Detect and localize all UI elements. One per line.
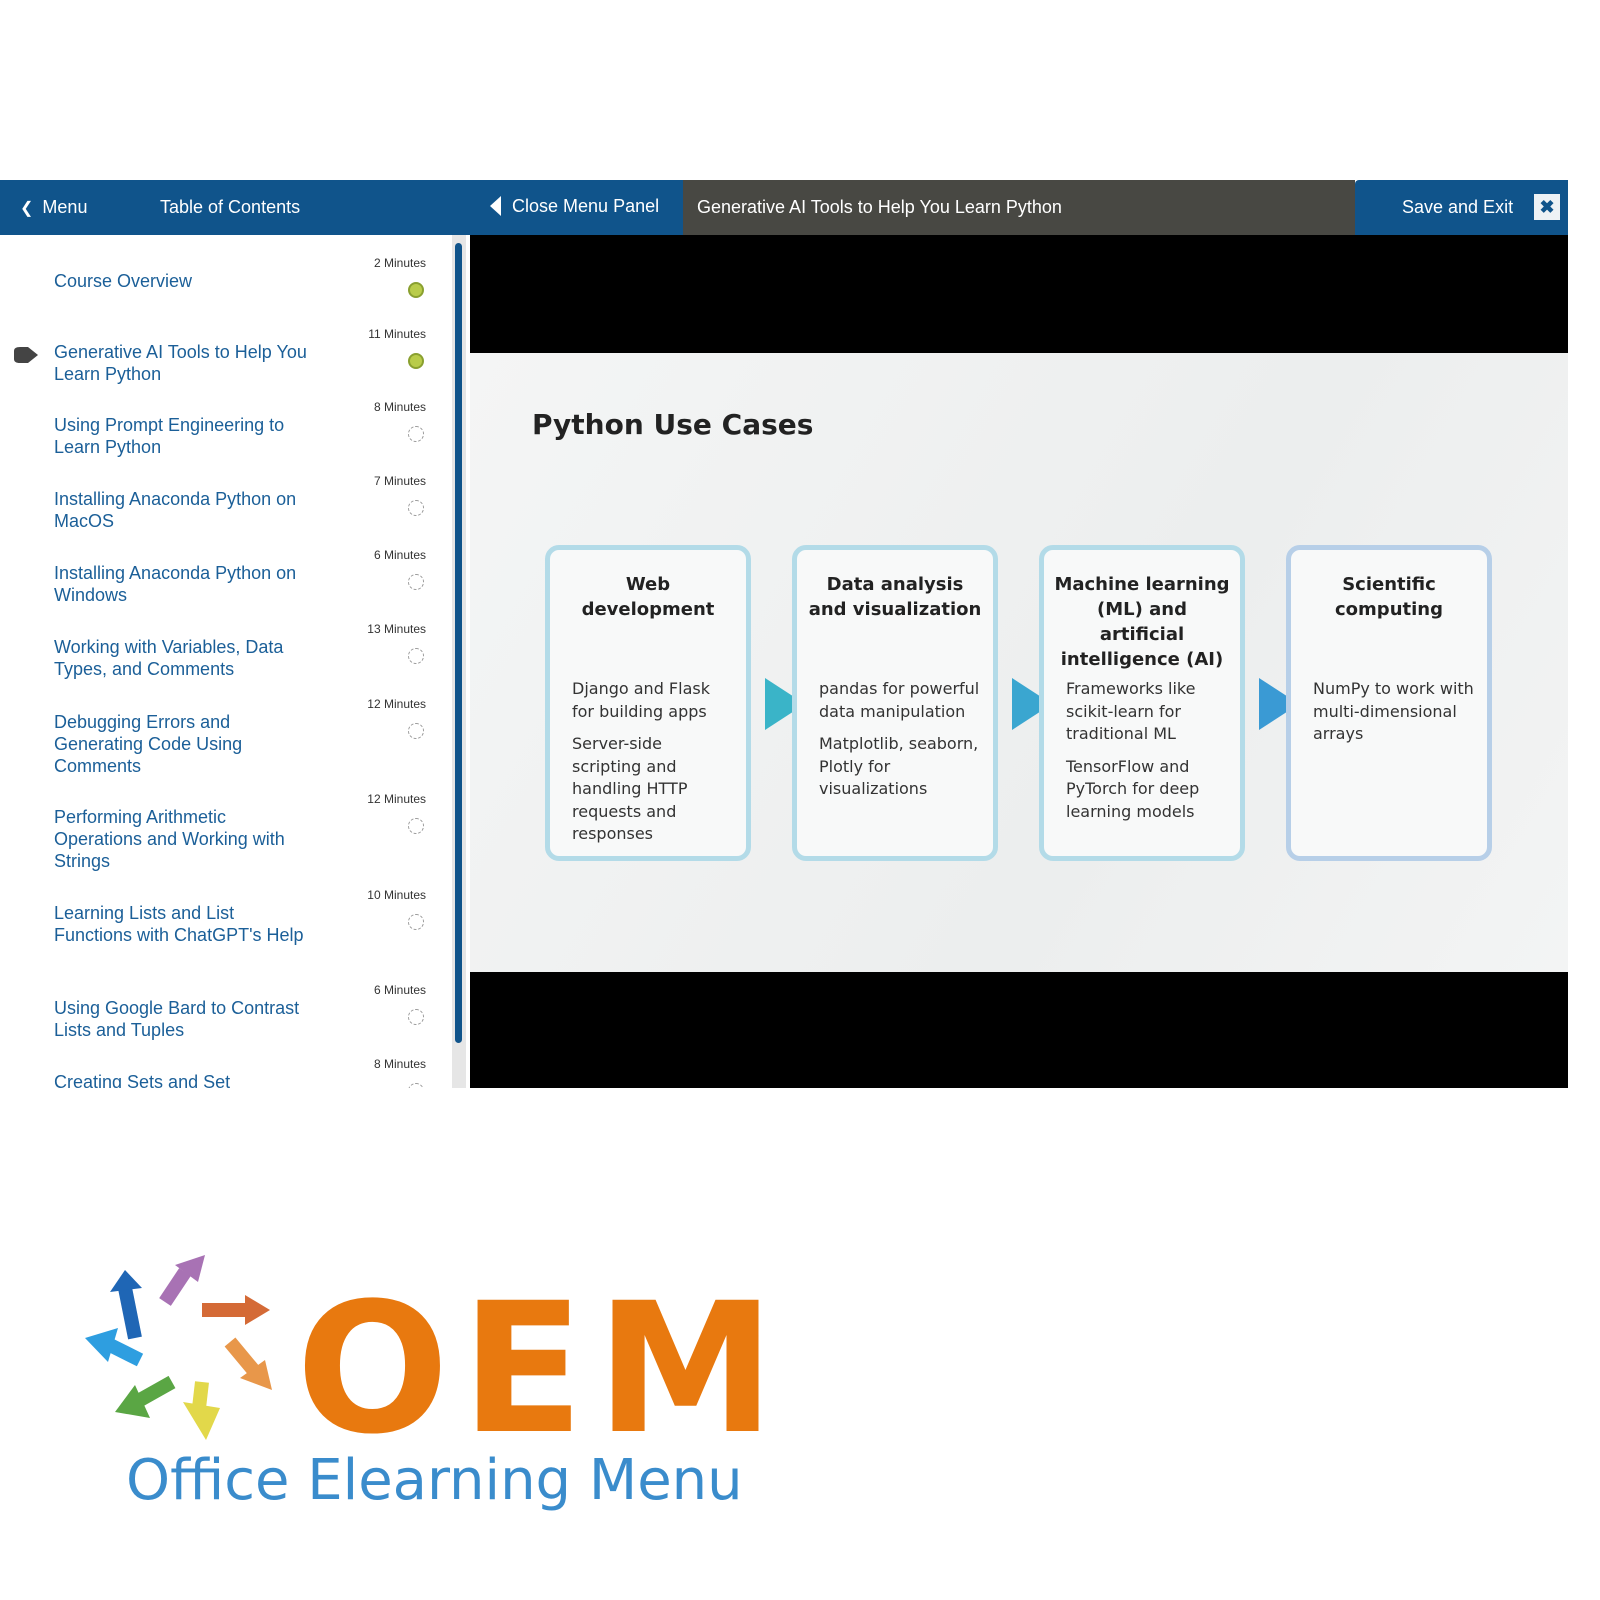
not-started-status-icon — [408, 500, 424, 516]
save-and-exit-label: Save and Exit — [1402, 197, 1514, 217]
lesson-title-bar: Generative AI Tools to Help You Learn Py… — [683, 180, 1355, 235]
toc-item-title: Performing Arithmetic Operations and Wor… — [54, 807, 285, 871]
card-bullet: TensorFlow and PyTorch for deep learning… — [1066, 756, 1200, 821]
toc-scrollbar-thumb[interactable] — [455, 243, 462, 1043]
not-started-status-icon — [408, 1083, 424, 1088]
not-started-status-icon — [408, 574, 424, 590]
lesson-title: Generative AI Tools to Help You Learn Py… — [697, 197, 1062, 217]
toc-item-title: Debugging Errors and Generating Code Usi… — [54, 712, 243, 776]
card-heading: Machine learning (ML) and artificial int… — [1054, 574, 1230, 670]
card-bullet: Django and Flask for building apps — [572, 679, 710, 721]
top-bar: ❮ Menu Table of Contents Close Menu Pane… — [0, 180, 1568, 235]
toc-item-title: Installing Anaconda Python on MacOS — [54, 489, 297, 531]
toc-item-duration: 12 Minutes — [367, 792, 426, 806]
use-case-card: Web development Django and Flask for buil… — [545, 545, 751, 861]
not-started-status-icon — [408, 818, 424, 834]
use-case-card: Machine learning (ML) and artificial int… — [1039, 545, 1245, 861]
complete-status-icon — [408, 353, 424, 369]
toc-item[interactable]: Debugging Errors and Generating Code Usi… — [0, 697, 440, 787]
toc-item-title: Course Overview — [54, 271, 193, 291]
close-menu-panel-button[interactable]: Close Menu Panel — [490, 196, 659, 217]
toc-item-title: Using Google Bard to Contrast Lists and … — [54, 998, 300, 1040]
slide-title: Python Use Cases — [532, 408, 814, 441]
card-bullet: Matplotlib, seaborn, Plotly for visualiz… — [819, 734, 979, 798]
toc-item-duration: 12 Minutes — [367, 697, 426, 711]
menu-panel-header: ❮ Menu Table of Contents Close Menu Pane… — [0, 180, 683, 235]
oem-logo-text: OEM — [296, 1265, 788, 1474]
toc-item-duration: 10 Minutes — [367, 888, 426, 902]
toc-item-duration: 8 Minutes — [373, 1057, 426, 1071]
toc-item[interactable]: Creating Sets and Set Operations with Ch… — [0, 1057, 440, 1088]
toc-item-duration: 11 Minutes — [368, 327, 426, 341]
card-heading: Data analysis and visualization — [808, 574, 982, 620]
chevron-left-icon: ❮ — [20, 200, 34, 217]
toc-item-title: Working with Variables, Data Types, and … — [54, 637, 284, 679]
toc-item-duration: 6 Minutes — [373, 983, 426, 997]
table-of-contents: Course Overview 2 Minutes Generative AI To… — [0, 235, 452, 1088]
not-started-status-icon — [408, 426, 424, 442]
not-started-status-icon — [408, 648, 424, 664]
not-started-status-icon — [408, 723, 424, 739]
card-heading: Web development — [581, 574, 715, 620]
close-icon[interactable]: ✖ — [1534, 194, 1560, 220]
toc-item-duration: 2 Minutes — [373, 256, 426, 270]
toc-item-duration: 13 Minutes — [367, 622, 426, 636]
card-bullet: Server-side scripting and handling HTTP … — [572, 734, 688, 843]
toc-item[interactable]: Learning Lists and List Functions with C… — [0, 888, 440, 978]
card-bullet: pandas for powerful data manipulation — [819, 679, 980, 721]
toc-item-title: Installing Anaconda Python on Windows — [54, 563, 297, 605]
complete-status-icon — [408, 282, 424, 298]
current-lesson-marker-icon — [14, 347, 38, 363]
save-and-exit-button[interactable]: Save and Exit ✖ — [1355, 180, 1568, 235]
toc-item-title: Generative AI Tools to Help You Learn Py… — [54, 342, 307, 384]
not-started-status-icon — [408, 1009, 424, 1025]
slide: Python Use Cases Web development Django a… — [470, 353, 1568, 972]
toc-item-title: Creating Sets and Set Operations with Ch… — [54, 1072, 231, 1088]
toc-item-title: Learning Lists and List Functions with C… — [54, 903, 304, 945]
card-heading: Scientific computing — [1335, 574, 1443, 620]
oem-logo-arrows-icon — [85, 1255, 272, 1440]
toc-title: Table of Contents — [160, 197, 301, 217]
card-bullet: NumPy to work with multi-dimensional arr… — [1313, 679, 1474, 743]
toc-item-duration: 6 Minutes — [373, 548, 426, 562]
toc-item-duration: 8 Minutes — [373, 400, 426, 414]
caret-left-icon — [490, 196, 501, 216]
card-bullet: Frameworks like scikit-learn for traditi… — [1066, 679, 1196, 743]
menu-button[interactable]: ❮ Menu — [20, 197, 87, 218]
use-case-card: Scientific computing NumPy to work with m… — [1286, 545, 1492, 861]
oem-logo-subtitle: Office Elearning Menu — [126, 1448, 743, 1513]
toc-item-duration: 7 Minutes — [373, 474, 426, 488]
use-case-card: Data analysis and visualization pandas fo… — [792, 545, 998, 861]
not-started-status-icon — [408, 914, 424, 930]
toc-item-title: Using Prompt Engineering to Learn Python — [54, 415, 285, 457]
toc-item[interactable]: Performing Arithmetic Operations and Wor… — [0, 792, 440, 882]
